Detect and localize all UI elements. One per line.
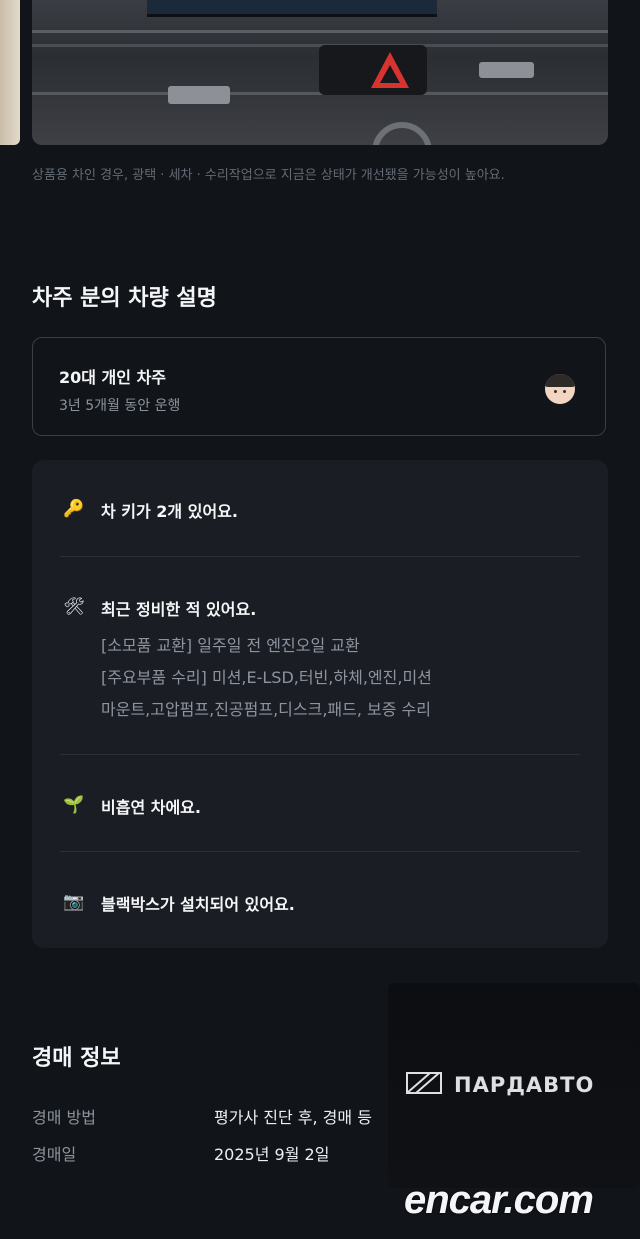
pardavto-watermark-text: ПАРДАВТО <box>454 1073 595 1097</box>
hazard-triangle-inner <box>380 65 400 83</box>
divider <box>60 556 580 557</box>
feature-title: 차 키가 2개 있어요. <box>101 502 238 521</box>
vehicle-features-card: 🔑 차 키가 2개 있어요. 🛠 최근 정비한 적 있어요. [소모품 교환] … <box>32 460 608 948</box>
maintenance-detail-line: 마운트,고압펌프,진공펌프,디스크,패드, 보증 수리 <box>101 700 432 719</box>
divider <box>60 754 580 755</box>
photo-caption: 상품용 차인 경우, 광택 · 세차 · 수리작업으로 지금은 상태가 개선됐을… <box>32 168 505 183</box>
feature-title: 블랙박스가 설치되어 있어요. <box>101 895 295 914</box>
owner-section-title: 차주 분의 차량 설명 <box>32 286 217 311</box>
divider <box>60 851 580 852</box>
vent-tab <box>168 86 230 104</box>
owner-subtitle: 3년 5개월 동안 운행 <box>59 398 181 414</box>
vent-tab <box>479 62 534 78</box>
auction-section-title: 경매 정보 <box>32 1046 121 1071</box>
infotainment-screen-edge <box>147 0 437 17</box>
auction-date-value: 2025년 9월 2일 <box>214 1145 330 1164</box>
pardavto-logo-icon <box>406 1072 442 1094</box>
dashboard-trim-line <box>32 30 608 33</box>
auction-date-label: 경매일 <box>32 1145 77 1164</box>
seedling-icon: 🌱 <box>63 795 85 815</box>
hammer-wrench-icon: 🛠 <box>63 597 85 617</box>
previous-photo-thumbnail[interactable] <box>0 0 20 145</box>
control-dial <box>372 122 432 145</box>
feature-title: 비흡연 차에요. <box>101 798 201 817</box>
camera-icon: 📷 <box>63 892 85 912</box>
maintenance-detail-line: [주요부품 수리] 미션,E-LSD,터빈,하체,엔진,미션 <box>101 668 432 687</box>
boy-face-icon <box>545 374 575 404</box>
owner-card: 20대 개인 차주 3년 5개월 동안 운행 <box>32 337 606 436</box>
car-interior-photo[interactable] <box>32 0 608 145</box>
owner-title: 20대 개인 차주 <box>59 368 167 387</box>
maintenance-detail-line: [소모품 교환] 일주일 전 엔진오일 교환 <box>101 636 360 655</box>
auction-method-label: 경매 방법 <box>32 1108 96 1127</box>
feature-title: 최근 정비한 적 있어요. <box>101 600 257 619</box>
auction-method-value: 평가사 진단 후, 경매 등 <box>214 1108 372 1127</box>
key-icon: 🔑 <box>63 499 85 519</box>
encar-watermark-text: encar.com <box>404 1178 594 1222</box>
